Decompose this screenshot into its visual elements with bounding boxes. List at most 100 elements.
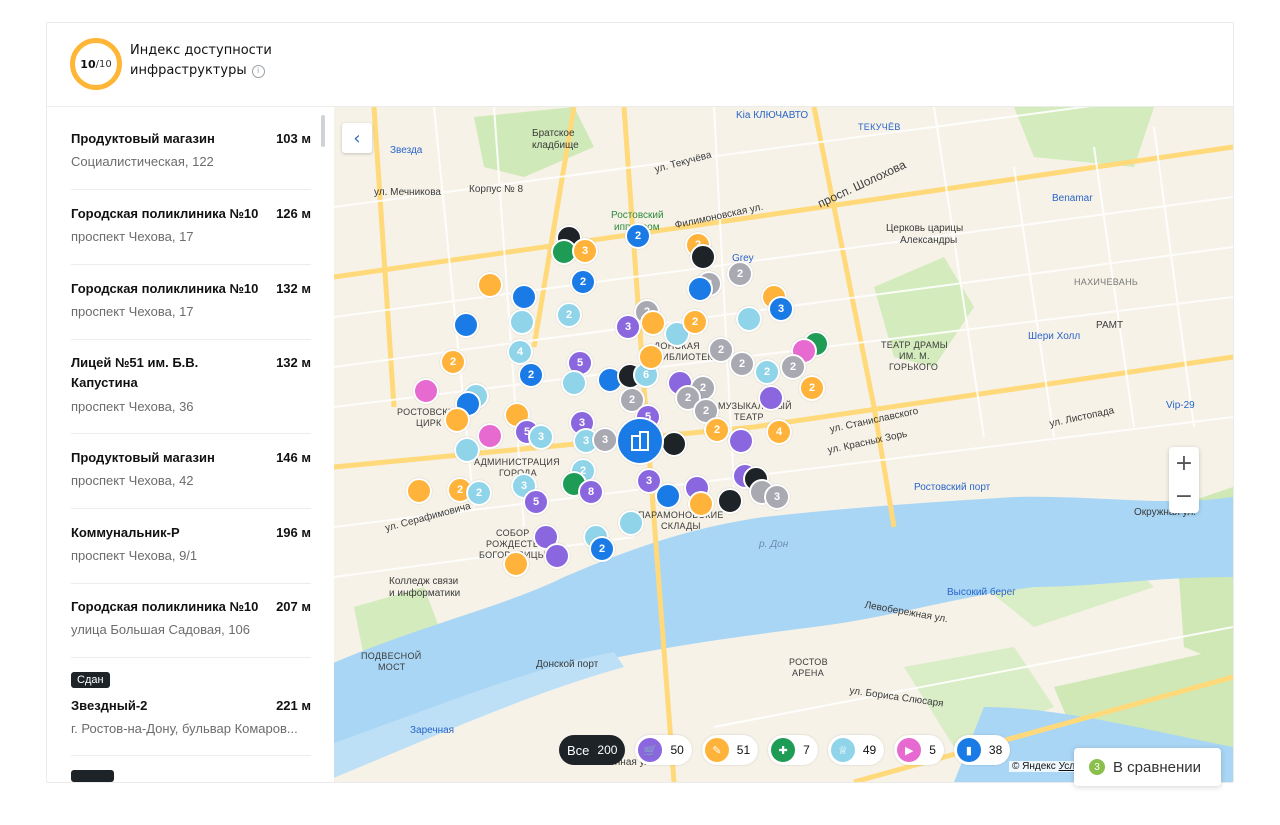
place-distance: 103 м: [276, 131, 311, 146]
map-label-vysokiy: Высокий берег: [947, 587, 1016, 598]
map-marker[interactable]: 2: [466, 480, 492, 506]
map-copyright: © Яндекс Усл: [1009, 761, 1079, 772]
map-marker[interactable]: [690, 244, 716, 270]
place-distance: 207 м: [276, 599, 311, 614]
filter-medical[interactable]: ✚ 7: [768, 735, 818, 765]
list-item[interactable]: Лицей №51 им. Б.В. Капустина 132 м просп…: [71, 353, 311, 434]
place-address: проспект Чехова, 42: [71, 473, 194, 488]
list-item[interactable]: Городская поликлиника №10 126 м проспект…: [71, 204, 311, 265]
list-item[interactable]: Продуктовый магазин 146 м проспект Чехов…: [71, 448, 311, 509]
filter-count: 38: [988, 743, 1003, 757]
map-label-bratskoe2: кладбище: [532, 140, 579, 151]
filter-all-label: Все: [567, 742, 590, 758]
list-item[interactable]: Городская поликлиника №10 207 м улица Бо…: [71, 597, 311, 658]
map-marker[interactable]: 2: [727, 261, 753, 287]
map-label-mechnikova: ул. Мечникова: [374, 187, 441, 198]
zoom-out-button[interactable]: −: [1169, 480, 1199, 513]
map-marker[interactable]: 3: [592, 427, 618, 453]
list-item[interactable]: Продуктовый магазин 103 м Социалистическ…: [71, 129, 311, 190]
map-marker[interactable]: [736, 306, 762, 332]
map-marker[interactable]: 2: [799, 375, 825, 401]
map-marker[interactable]: 4: [766, 419, 792, 445]
map-label-zarech: Заречная: [410, 725, 455, 736]
list-item[interactable]: Коммунальник-Р 196 м проспект Чехова, 9/…: [71, 523, 311, 584]
map-marker[interactable]: 2: [754, 359, 780, 385]
filter-count: 50: [670, 743, 684, 757]
filter-count: 51: [736, 743, 751, 757]
map-marker[interactable]: [511, 284, 537, 310]
terms-link[interactable]: Усл: [1059, 761, 1076, 772]
chevron-left-icon: ‹: [353, 127, 361, 149]
map-marker[interactable]: 2: [556, 302, 582, 328]
map-marker[interactable]: 3: [615, 314, 641, 340]
map-label-benamar: Benamar: [1052, 193, 1093, 204]
filter-shops[interactable]: 🛒 50: [635, 735, 692, 765]
map-marker[interactable]: 2: [682, 309, 708, 335]
map-marker[interactable]: 2: [704, 417, 730, 443]
list-item[interactable]: Сдан Звездный-2 221 м г. Ростов-на-Дону,…: [71, 672, 311, 756]
zoom-in-button[interactable]: +: [1169, 447, 1199, 480]
map-marker[interactable]: [477, 423, 503, 449]
map-marker[interactable]: 8: [578, 479, 604, 505]
place-name: Городская поликлиника №10: [71, 206, 259, 221]
map-marker[interactable]: [477, 272, 503, 298]
map-label-arena: РОСТОВ: [789, 657, 828, 667]
compare-count-badge: 3: [1089, 759, 1105, 775]
compare-button[interactable]: 3 В сравнении: [1074, 748, 1221, 786]
map-marker[interactable]: [413, 378, 439, 404]
map-marker[interactable]: [655, 483, 681, 509]
map-marker[interactable]: [503, 551, 529, 577]
map-marker[interactable]: [509, 309, 535, 335]
filter-all[interactable]: Все 200: [559, 735, 626, 765]
map-marker[interactable]: 5: [523, 489, 549, 515]
place-name: Коммунальник-Р: [71, 525, 180, 540]
map-marker[interactable]: 2: [729, 351, 755, 377]
status-badge: Сдан: [71, 672, 110, 688]
map-marker[interactable]: 3: [764, 484, 790, 510]
map-marker[interactable]: 2: [780, 354, 806, 380]
school-icon: ✎: [704, 738, 729, 762]
map-marker[interactable]: [640, 310, 666, 336]
map-marker[interactable]: [728, 428, 754, 454]
map-marker[interactable]: [561, 370, 587, 396]
map-label-sheri: Шери Холл: [1028, 331, 1081, 342]
map-marker[interactable]: [618, 510, 644, 536]
map-label-podves: ПОДВЕСНОЙ: [361, 651, 422, 661]
filter-entertainment[interactable]: ▶ 5: [894, 735, 944, 765]
map[interactable]: Kia КЛЮЧАВТО ТЕКУЧЁВ Братское кладбище З…: [334, 107, 1233, 782]
map-marker[interactable]: [717, 488, 743, 514]
map-label-hippodrome: Ростовский: [611, 210, 664, 221]
map-marker[interactable]: 2: [440, 349, 466, 375]
map-marker[interactable]: [758, 385, 784, 411]
map-label-arena2: АРЕНА: [792, 668, 825, 678]
map-marker[interactable]: 2: [570, 269, 596, 295]
filter-buildings[interactable]: ▮ 38: [953, 735, 1011, 765]
list-scrollbar[interactable]: [321, 115, 325, 147]
place-distance: 146 м: [276, 450, 311, 465]
filter-schools[interactable]: ✎ 51: [701, 735, 759, 765]
filter-sport[interactable]: ♕ 49: [827, 735, 885, 765]
map-marker[interactable]: 3: [528, 424, 554, 450]
map-marker[interactable]: [687, 276, 713, 302]
list-item[interactable]: Городская поликлиника №10 132 м проспект…: [71, 279, 311, 340]
place-distance: 221 м: [276, 698, 311, 713]
map-marker[interactable]: 2: [589, 536, 615, 562]
info-icon[interactable]: i: [251, 64, 265, 78]
place-address: проспект Чехова, 17: [71, 304, 194, 319]
home-building-marker[interactable]: [616, 417, 664, 465]
map-marker[interactable]: [454, 437, 480, 463]
map-marker[interactable]: 3: [572, 238, 598, 264]
map-marker[interactable]: [688, 491, 714, 517]
map-label-teatr3: ГОРЬКОГО: [889, 362, 939, 372]
map-marker[interactable]: [638, 344, 664, 370]
map-marker[interactable]: 2: [625, 223, 651, 249]
map-marker[interactable]: [453, 312, 479, 338]
map-marker[interactable]: 3: [768, 296, 794, 322]
map-marker[interactable]: [661, 431, 687, 457]
map-marker[interactable]: [444, 407, 470, 433]
map-marker[interactable]: [406, 478, 432, 504]
filter-all-count: 200: [597, 743, 618, 757]
map-marker[interactable]: 2: [518, 362, 544, 388]
map-marker[interactable]: [544, 543, 570, 569]
map-back-button[interactable]: ‹: [342, 123, 372, 153]
